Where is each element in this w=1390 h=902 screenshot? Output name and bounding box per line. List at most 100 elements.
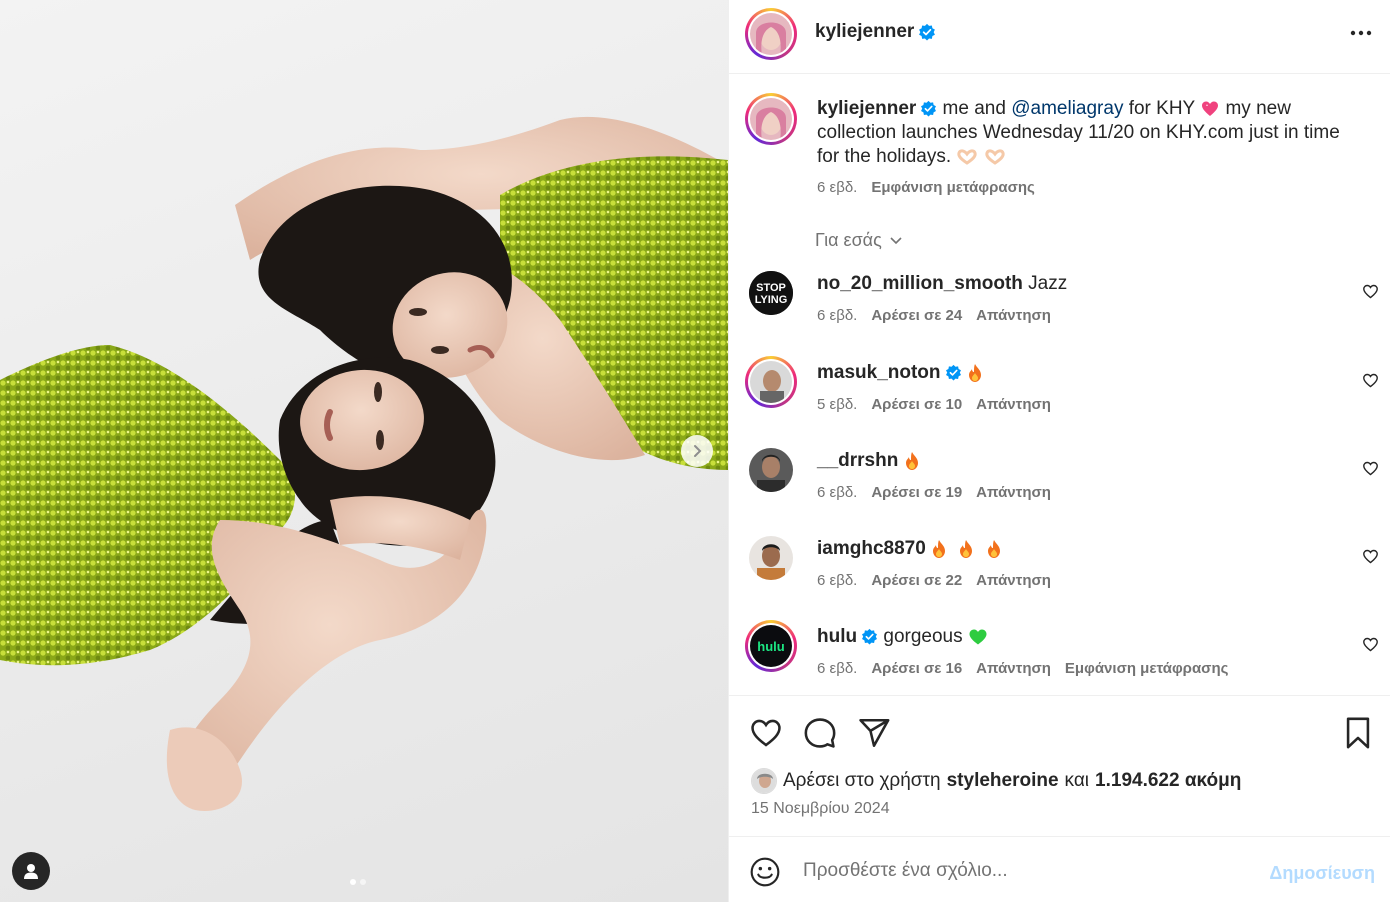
reply-button[interactable]: Απάντηση <box>976 572 1051 589</box>
comment-username[interactable]: iamghc8870 <box>817 538 926 559</box>
comment-button[interactable] <box>803 716 837 755</box>
author-username[interactable]: kyliejenner <box>815 21 936 43</box>
comment-like-button[interactable] <box>1362 548 1379 570</box>
share-button[interactable] <box>857 716 891 755</box>
caption-username[interactable]: kyliejenner <box>817 98 916 119</box>
profile-picture <box>749 536 793 580</box>
comment-time[interactable]: 5 εβδ. <box>817 396 857 413</box>
post-caption: kyliejenner me and @ameliagray for KHY m… <box>817 97 1347 169</box>
comment-meta: 6 εβδ. Αρέσει σε 16 Απάντηση Εμφάνιση μετάφ… <box>817 660 1242 677</box>
carousel-dot-active <box>350 879 356 885</box>
likes-prefix: Αρέσει στο χρήστη <box>783 770 941 791</box>
post-header: kyliejenner <box>729 0 1390 74</box>
comment-username[interactable]: no_20_million_smooth <box>817 273 1023 294</box>
post-comment-button[interactable]: Δημοσίευση <box>1269 863 1375 884</box>
profile-picture <box>750 13 792 55</box>
comment-username[interactable]: hulu <box>817 626 857 647</box>
commenter-avatar[interactable]: STOP LYING <box>749 271 793 315</box>
comment-like-button[interactable] <box>1362 460 1379 482</box>
author-username-text[interactable]: kyliejenner <box>815 21 914 42</box>
heart-outline-icon <box>1363 373 1378 388</box>
likes-count[interactable]: 1.194.622 ακόμη <box>1095 770 1241 792</box>
reply-button[interactable]: Απάντηση <box>976 660 1051 677</box>
commenter-avatar[interactable] <box>749 536 793 580</box>
comment-username[interactable]: __drrshn <box>817 450 898 471</box>
reply-button[interactable]: Απάντηση <box>976 484 1051 501</box>
caption-text-2: for KHY <box>1123 98 1195 119</box>
carousel-dots <box>350 879 366 885</box>
comment-username[interactable]: masuk_noton <box>817 362 941 383</box>
caption-text-1: me and <box>937 98 1012 119</box>
profile-picture <box>750 98 792 140</box>
post-date[interactable]: 15 Νοεμβρίου 2024 <box>751 800 890 818</box>
tagged-users-button[interactable] <box>12 852 50 890</box>
more-options-button[interactable] <box>1349 24 1373 47</box>
caption-author-avatar[interactable] <box>745 93 797 145</box>
user-icon <box>24 864 38 879</box>
comment-item: hulu hulu gorgeous 6 εβδ. Αρέσει σε 16 Απά… <box>729 620 1390 695</box>
heart-hands-emoji-icon <box>957 149 978 165</box>
chevron-down-icon <box>890 237 902 245</box>
comment-likes-count[interactable]: Αρέσει σε 19 <box>871 484 962 501</box>
comment-likes-count[interactable]: Αρέσει σε 24 <box>871 307 962 324</box>
commenter-avatar[interactable] <box>745 356 797 408</box>
smiley-face-icon <box>750 857 780 887</box>
comment-like-button[interactable] <box>1362 372 1379 394</box>
more-horizontal-icon <box>1350 30 1372 36</box>
author-avatar[interactable] <box>745 8 797 60</box>
stop-lying-text-1: STOP <box>756 282 786 294</box>
comment-time[interactable]: 6 εβδ. <box>817 484 857 501</box>
green-heart-emoji-icon <box>969 629 987 645</box>
comment-text: masuk_noton <box>817 362 983 384</box>
like-button[interactable] <box>749 716 783 755</box>
verified-badge-icon <box>945 365 961 381</box>
profile-picture <box>752 769 776 793</box>
chevron-right-icon <box>694 445 702 457</box>
heart-outline-icon <box>1363 284 1378 299</box>
comment-text: no_20_million_smooth Jazz <box>817 273 1067 295</box>
show-translation-button[interactable]: Εμφάνιση μετάφρασης <box>1065 660 1228 677</box>
comment-meta: 6 εβδ. Αρέσει σε 22 Απάντηση <box>817 572 1065 589</box>
show-translation-button[interactable]: Εμφάνιση μετάφρασης <box>871 179 1034 196</box>
reply-button[interactable]: Απάντηση <box>976 307 1051 324</box>
liker-username[interactable]: styleheroine <box>947 770 1059 792</box>
comment-time[interactable]: 6 εβδ. <box>817 660 857 677</box>
heart-outline-icon <box>751 719 781 747</box>
reply-button[interactable]: Απάντηση <box>976 396 1051 413</box>
heart-outline-icon <box>1363 549 1378 564</box>
hulu-logo-avatar: hulu <box>750 625 792 667</box>
comment-likes-count[interactable]: Αρέσει σε 10 <box>871 396 962 413</box>
commenter-avatar[interactable]: hulu <box>745 620 797 672</box>
fire-emoji-icon <box>968 363 981 382</box>
comment-body: gorgeous <box>883 626 963 647</box>
emoji-picker-button[interactable] <box>749 856 781 893</box>
carousel-dot <box>360 879 366 885</box>
comment-like-button[interactable] <box>1362 283 1379 305</box>
speech-bubble-icon <box>804 718 836 748</box>
comments-section[interactable]: kyliejenner me and @ameliagray for KHY m… <box>729 75 1390 695</box>
comment-likes-count[interactable]: Αρέσει σε 22 <box>871 572 962 589</box>
caption-mention-link[interactable]: @ameliagray <box>1011 98 1123 119</box>
liker-avatar[interactable] <box>751 768 777 794</box>
comment-like-button[interactable] <box>1362 636 1379 658</box>
commenter-avatar[interactable] <box>749 448 793 492</box>
likes-conjunction: και <box>1064 770 1090 791</box>
comment-text: hulu gorgeous <box>817 626 988 648</box>
comments-filter-dropdown[interactable]: Για εσάς <box>815 230 903 251</box>
save-button[interactable] <box>1343 716 1373 755</box>
next-slide-button[interactable] <box>681 435 713 467</box>
comments-filter-label: Για εσάς <box>815 230 882 250</box>
verified-badge-icon <box>862 629 878 645</box>
hulu-logo-text: hulu <box>757 639 784 654</box>
comment-text: __drrshn <box>817 450 920 472</box>
comment-input[interactable] <box>803 855 1263 887</box>
comment-time[interactable]: 6 εβδ. <box>817 572 857 589</box>
comment-likes-count[interactable]: Αρέσει σε 16 <box>871 660 962 677</box>
likes-summary: Αρέσει στο χρήστη styleheroine και 1.194… <box>751 768 1241 794</box>
heart-outline-icon <box>1363 461 1378 476</box>
post-media[interactable] <box>0 0 728 902</box>
caption-time[interactable]: 6 εβδ. <box>817 179 857 196</box>
comment-time[interactable]: 6 εβδ. <box>817 307 857 324</box>
post-photo <box>0 116 728 811</box>
heart-outline-icon <box>1363 637 1378 652</box>
